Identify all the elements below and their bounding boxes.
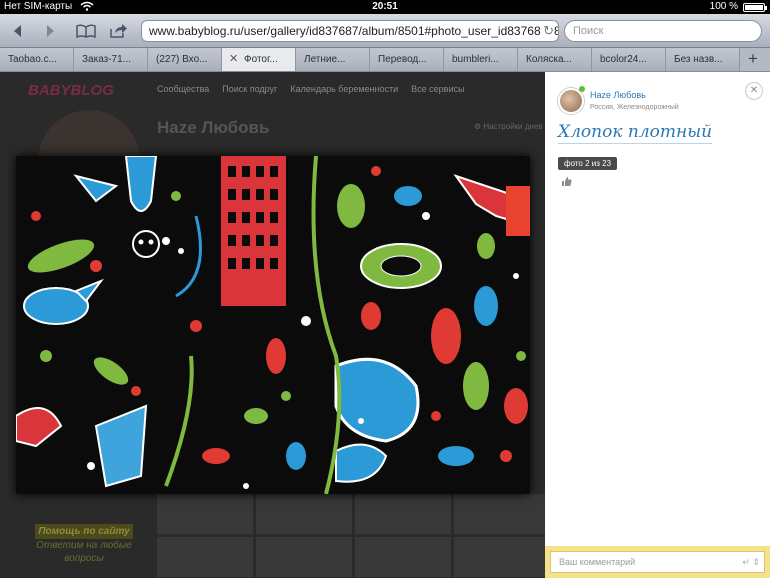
nav-communities[interactable]: Сообщества bbox=[157, 84, 209, 94]
diary-settings-link[interactable]: ⚙ Настройки днев bbox=[474, 122, 543, 131]
online-indicator bbox=[579, 86, 585, 92]
thumbnail[interactable] bbox=[355, 537, 451, 577]
photo-title: Хлопок плотный bbox=[558, 122, 713, 144]
help-promo[interactable]: Помощь по сайту Ответим на любые вопросы bbox=[24, 524, 144, 565]
nav-all-services[interactable]: Все сервисы bbox=[411, 84, 464, 94]
tab-summer[interactable]: Летние... bbox=[296, 48, 370, 71]
tab-label: bcolor24... bbox=[600, 54, 647, 65]
thumbnail[interactable] bbox=[157, 537, 253, 577]
forward-icon bbox=[47, 25, 54, 37]
comment-input[interactable]: Ваш комментарий ↵ ⇕ bbox=[550, 551, 765, 573]
share-button[interactable] bbox=[108, 20, 130, 42]
back-icon bbox=[14, 25, 21, 37]
bookmarks-icon bbox=[76, 24, 96, 38]
tab-label: Летние... bbox=[304, 54, 346, 65]
tab-photos[interactable]: ✕ Фотог... bbox=[222, 48, 296, 71]
forward-button[interactable] bbox=[40, 20, 60, 42]
help-promo-title: Помощь по сайту bbox=[35, 524, 133, 539]
tab-label: Перевод... bbox=[378, 54, 427, 65]
site-logo[interactable]: BABYBLOG bbox=[28, 82, 114, 99]
gallery-photo[interactable] bbox=[16, 156, 530, 494]
tab-translate[interactable]: Перевод... bbox=[370, 48, 444, 71]
close-tab-icon[interactable]: ✕ bbox=[229, 48, 238, 71]
thumbnail[interactable] bbox=[157, 494, 253, 534]
photo-info-panel: Haze Любовь Россия, Железнодорожный ✕ Хл… bbox=[545, 72, 770, 578]
tab-label: Заказ-71... bbox=[82, 54, 132, 65]
fabric-pattern-image bbox=[16, 156, 530, 494]
close-button[interactable]: ✕ bbox=[745, 82, 763, 100]
tab-label: Коляска... bbox=[526, 54, 572, 65]
gallery-thumbnails bbox=[157, 494, 545, 578]
comment-placeholder: Ваш комментарий bbox=[559, 557, 636, 567]
tab-inbox[interactable]: (227) Вхо... bbox=[148, 48, 222, 71]
battery-percent: 100 % bbox=[709, 1, 738, 12]
tab-untitled[interactable]: Без назв... bbox=[666, 48, 740, 71]
share-icon bbox=[110, 24, 127, 38]
like-thumb-icon[interactable] bbox=[561, 176, 572, 187]
photo-counter-badge: фото 2 из 23 bbox=[558, 157, 618, 170]
tab-taobao[interactable]: Taobao.c... bbox=[0, 48, 74, 71]
tab-stroller[interactable]: Коляска... bbox=[518, 48, 592, 71]
thumbnail[interactable] bbox=[454, 537, 545, 577]
url-field[interactable]: www.babyblog.ru/user/gallery/id837687/al… bbox=[141, 20, 559, 42]
tab-label: Без назв... bbox=[674, 54, 723, 65]
tab-order[interactable]: Заказ-71... bbox=[74, 48, 148, 71]
thumbnail[interactable] bbox=[256, 537, 352, 577]
thumbnail[interactable] bbox=[454, 494, 545, 534]
search-input[interactable]: Поиск bbox=[564, 20, 762, 42]
thumbnail[interactable] bbox=[256, 494, 352, 534]
settings-label: Настройки днев bbox=[483, 122, 543, 131]
battery-icon bbox=[743, 3, 767, 12]
status-bar: Нет SIM-карты 20:51 100 % bbox=[0, 0, 770, 14]
author-name-link[interactable]: Haze Любовь bbox=[590, 90, 646, 100]
tab-label: (227) Вхо... bbox=[156, 54, 208, 65]
url-text: www.babyblog.ru/user/gallery/id837687/al… bbox=[149, 24, 559, 38]
reload-icon[interactable]: ↻ bbox=[541, 21, 554, 41]
battery-fill bbox=[745, 5, 763, 10]
site-nav: Сообщества Поиск подруг Календарь береме… bbox=[157, 84, 464, 94]
help-promo-text: Ответим на любые вопросы bbox=[36, 540, 132, 564]
tab-label: Фотог... bbox=[244, 54, 278, 65]
author-location: Россия, Железнодорожный bbox=[590, 104, 679, 111]
profile-name: Haze Любовь bbox=[157, 118, 270, 137]
nav-pregnancy-calendar[interactable]: Календарь беременности bbox=[290, 84, 398, 94]
browser-toolbar: www.babyblog.ru/user/gallery/id837687/al… bbox=[0, 14, 770, 48]
submit-comment-icon[interactable]: ↵ ⇕ bbox=[742, 552, 760, 572]
tab-bumbleride[interactable]: bumbleri... bbox=[444, 48, 518, 71]
comment-box: Ваш комментарий ↵ ⇕ bbox=[545, 546, 770, 578]
clock: 20:51 bbox=[372, 1, 398, 12]
tab-bar: Taobao.c... Заказ-71... (227) Вхо... ✕ Фо… bbox=[0, 48, 770, 72]
back-button[interactable] bbox=[8, 20, 28, 42]
tab-label: bumbleri... bbox=[452, 54, 499, 65]
author-avatar[interactable] bbox=[558, 88, 584, 114]
new-tab-button[interactable]: + bbox=[740, 48, 766, 71]
nav-friend-search[interactable]: Поиск подруг bbox=[222, 84, 277, 94]
thumbnail[interactable] bbox=[355, 494, 451, 534]
tab-bcolor[interactable]: bcolor24... bbox=[592, 48, 666, 71]
close-icon: ✕ bbox=[749, 85, 759, 96]
bookmarks-button[interactable] bbox=[74, 20, 98, 42]
tab-label: Taobao.c... bbox=[8, 54, 57, 65]
